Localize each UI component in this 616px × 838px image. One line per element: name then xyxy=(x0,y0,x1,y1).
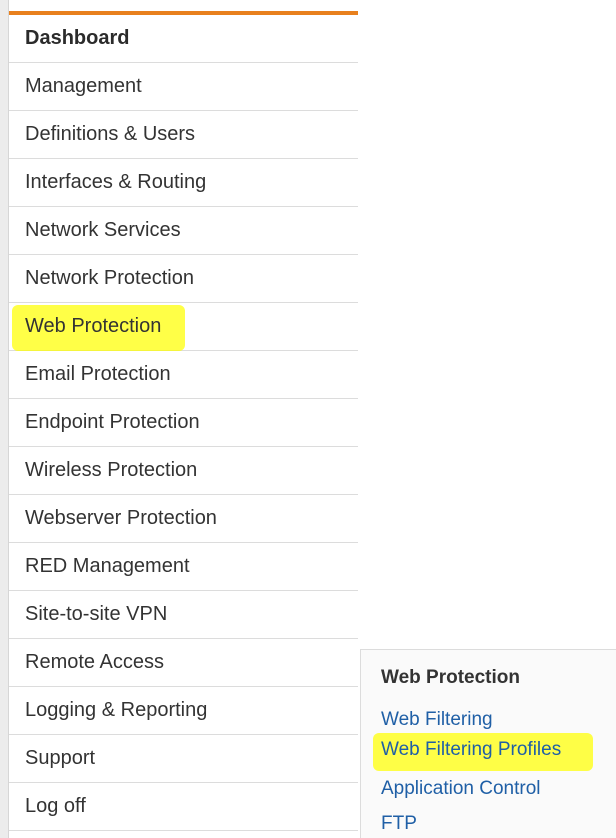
submenu-item-label: Application Control xyxy=(381,778,541,799)
nav-item-red-management[interactable]: RED Management xyxy=(9,543,358,591)
nav-item-management[interactable]: Management xyxy=(9,63,358,111)
nav-item-label: Definitions & Users xyxy=(25,123,196,145)
nav-item-label: Wireless Protection xyxy=(25,459,198,481)
nav-item-interfaces-routing[interactable]: Interfaces & Routing xyxy=(9,159,358,207)
nav-item-label: Management xyxy=(25,75,142,97)
nav-item-wireless-protection[interactable]: Wireless Protection xyxy=(9,447,358,495)
nav-item-network-services[interactable]: Network Services xyxy=(9,207,358,255)
nav-item-site-to-site-vpn[interactable]: Site-to-site VPN xyxy=(9,591,358,639)
nav-item-webserver-protection[interactable]: Webserver Protection xyxy=(9,495,358,543)
web-protection-submenu: Web Protection Web Filtering Web Filteri… xyxy=(360,649,616,838)
submenu-item-web-filtering-profiles[interactable]: Web Filtering Profiles xyxy=(373,733,593,771)
submenu-item-label: FTP xyxy=(381,813,417,834)
submenu-title: Web Protection xyxy=(381,667,520,688)
nav-item-support[interactable]: Support xyxy=(9,735,358,783)
nav-item-remote-access[interactable]: Remote Access xyxy=(9,639,358,687)
nav-item-label: Webserver Protection xyxy=(25,507,217,529)
nav-item-label: RED Management xyxy=(25,555,190,577)
nav-item-email-protection[interactable]: Email Protection xyxy=(9,351,358,399)
nav-item-label: Email Protection xyxy=(25,363,171,385)
left-rail xyxy=(0,0,9,838)
nav-item-label: Web Protection xyxy=(25,315,162,337)
nav-item-dashboard[interactable]: Dashboard xyxy=(9,15,358,63)
nav-item-label: Log off xyxy=(25,795,86,817)
nav-item-network-protection[interactable]: Network Protection xyxy=(9,255,358,303)
nav-item-label: Remote Access xyxy=(25,651,164,673)
nav-item-label: Interfaces & Routing xyxy=(25,171,207,193)
nav-item-label: Dashboard xyxy=(25,27,130,49)
submenu-item-ftp[interactable]: FTP xyxy=(381,813,417,835)
main-navigation: Dashboard Management Definitions & Users… xyxy=(9,11,358,831)
nav-item-label: Site-to-site VPN xyxy=(25,603,168,625)
nav-item-label: Network Protection xyxy=(25,267,194,289)
nav-item-label: Logging & Reporting xyxy=(25,699,208,721)
nav-item-endpoint-protection[interactable]: Endpoint Protection xyxy=(9,399,358,447)
nav-item-definitions-users[interactable]: Definitions & Users xyxy=(9,111,358,159)
nav-item-label: Endpoint Protection xyxy=(25,411,200,433)
nav-item-logging-reporting[interactable]: Logging & Reporting xyxy=(9,687,358,735)
nav-item-label: Support xyxy=(25,747,96,769)
submenu-item-web-filtering[interactable]: Web Filtering xyxy=(381,709,493,731)
nav-item-web-protection[interactable]: Web Protection xyxy=(9,303,358,351)
nav-item-log-off[interactable]: Log off xyxy=(9,783,358,831)
submenu-item-label: Web Filtering Profiles xyxy=(381,739,562,760)
submenu-item-label: Web Filtering xyxy=(381,709,493,730)
submenu-item-application-control[interactable]: Application Control xyxy=(381,778,540,800)
nav-item-label: Network Services xyxy=(25,219,181,241)
